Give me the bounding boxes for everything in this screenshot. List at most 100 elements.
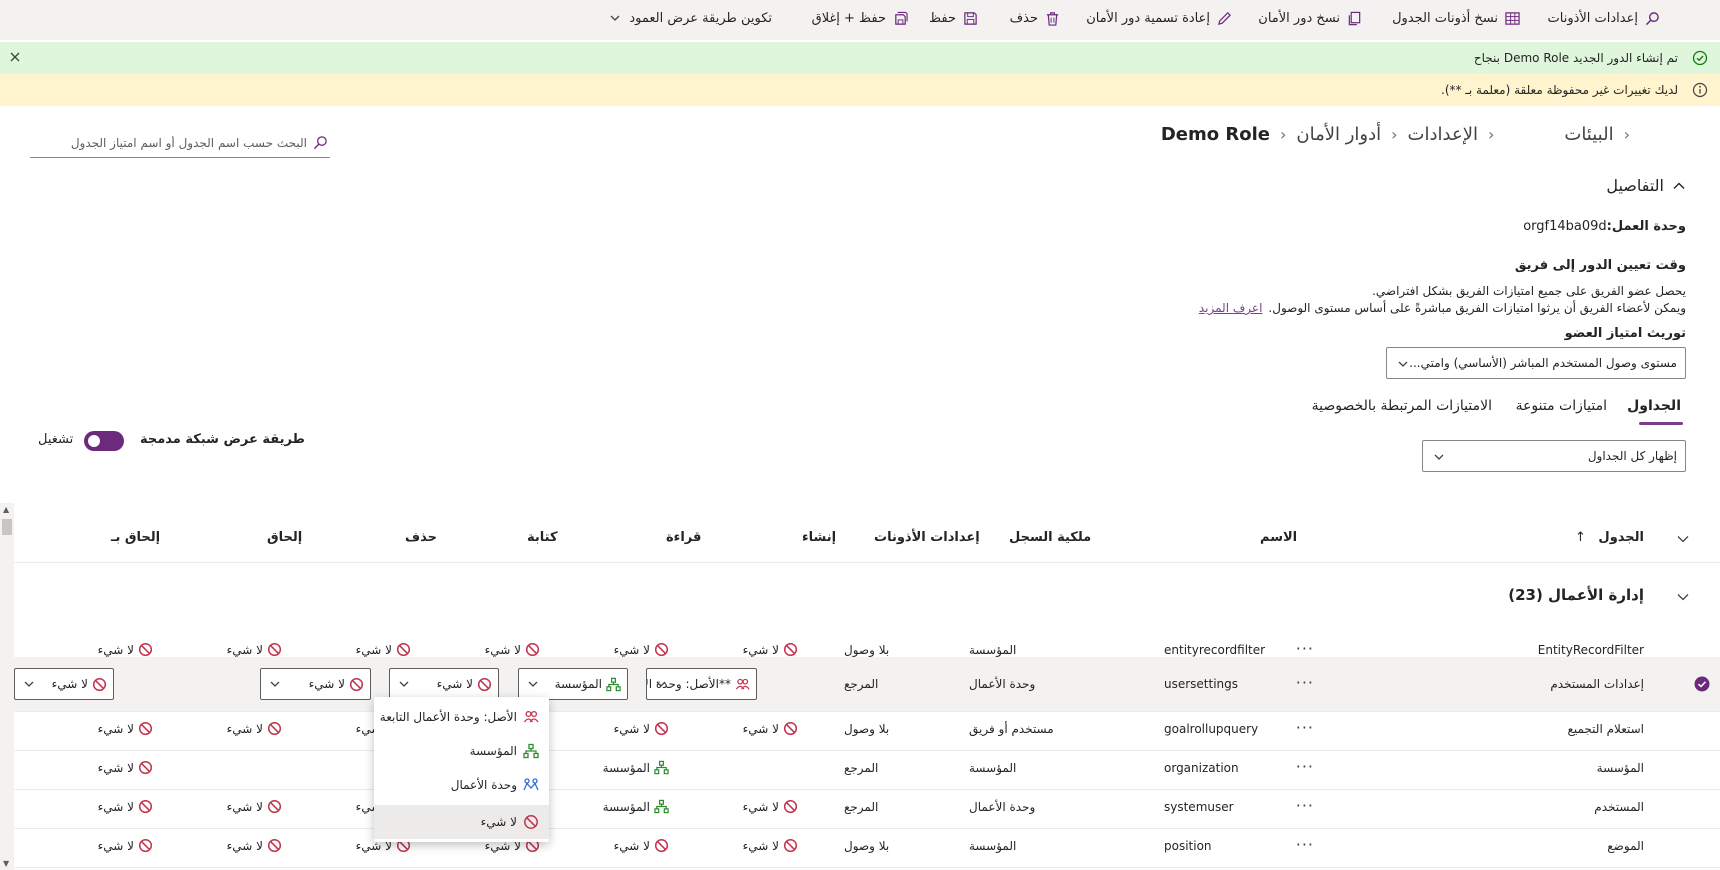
privilege-cell-append-to[interactable]: لا شيء: [98, 760, 153, 775]
save-button[interactable]: حفظ: [929, 10, 978, 26]
group-header-business-management[interactable]: إدارة الأعمال (23): [1508, 586, 1644, 604]
row-more-actions-button[interactable]: ···: [1296, 673, 1314, 692]
privilege-cell-create[interactable]: لا شيء: [743, 721, 798, 736]
privilege-level-label: لا شيء: [226, 799, 263, 814]
privilege-dropdown-create[interactable]: **الأصل: وحدة الأعمال التابعة: [646, 668, 757, 700]
privilege-cell-create[interactable]: لا شيء: [743, 642, 798, 657]
inheritance-dropdown[interactable]: مستوى وصول المستخدم المباشر (الأساسي) وا…: [1386, 347, 1686, 379]
row-more-actions-button[interactable]: ···: [1296, 835, 1314, 854]
privilege-cell-append[interactable]: لا شيء: [227, 799, 282, 814]
privilege-cell-delete[interactable]: لا شيء: [356, 642, 411, 657]
privilege-level-label: لا شيء: [742, 838, 779, 853]
row-selected-checkmark-icon[interactable]: [1694, 676, 1710, 692]
details-heading: التفاصيل: [1606, 176, 1664, 195]
copy-table-permissions-label: نسخ أذونات الجدول: [1392, 10, 1498, 26]
grid-scrollbar[interactable]: ▲ ▼: [0, 503, 14, 870]
close-banner-icon[interactable]: [8, 50, 22, 64]
column-header-ownership[interactable]: ملكية السجل: [1009, 530, 1091, 545]
table-row[interactable]: الموضع ··· position المؤسسة بلا وصول لا شيء لا…: [14, 824, 1720, 867]
column-header-create[interactable]: إنشاء: [802, 530, 836, 545]
privilege-level-label: لا شيء: [226, 838, 263, 853]
menu-item-business-unit[interactable]: وحدة الأعمال: [374, 768, 549, 802]
table-row[interactable]: المؤسسة ··· organization المؤسسة المرجع المؤس…: [14, 746, 1720, 789]
tab-misc-privileges[interactable]: امتيازات متنوعة: [1516, 398, 1607, 414]
privilege-cell-read[interactable]: المؤسسة: [603, 799, 669, 814]
search-box[interactable]: [30, 128, 330, 158]
chevron-right-icon: ‹: [1391, 125, 1398, 144]
scroll-thumb[interactable]: [2, 519, 12, 535]
menu-item-parent-bu[interactable]: الأصل: وحدة الأعمال التابعة: [374, 700, 549, 734]
privilege-cell-append-to[interactable]: لا شيء: [98, 799, 153, 814]
privilege-level-label: لا شيء: [97, 642, 134, 657]
copy-security-role-button[interactable]: نسخ دور الأمان: [1258, 10, 1362, 26]
column-header-append-to[interactable]: إلحاق بـ: [111, 530, 160, 545]
row-more-actions-button[interactable]: ···: [1296, 718, 1314, 737]
breadcrumb-security-roles[interactable]: أدوار الأمان: [1296, 124, 1381, 145]
menu-item-none-label: لا شيء: [480, 815, 517, 829]
privilege-dropdown-write[interactable]: لا شيء: [389, 668, 499, 700]
privilege-dropdown-read[interactable]: المؤسسة: [518, 668, 628, 700]
none-icon: [267, 721, 282, 736]
copy-table-permissions-button[interactable]: نسخ أذونات الجدول: [1392, 10, 1520, 26]
privilege-cell-write[interactable]: لا شيء: [485, 642, 540, 657]
table-filter-dropdown[interactable]: إظهار كل الجداول: [1422, 440, 1686, 472]
save-close-label: حفظ + إغلاق: [811, 10, 886, 26]
privilege-cell-read[interactable]: المؤسسة: [603, 760, 669, 775]
breadcrumb-environments[interactable]: البيئات: [1564, 124, 1613, 145]
search-input[interactable]: [37, 135, 307, 150]
privilege-cell-append[interactable]: لا شيء: [227, 642, 282, 657]
column-header-write[interactable]: كتابة: [527, 530, 558, 545]
privilege-dropdown-append-to[interactable]: لا شيء: [14, 668, 114, 700]
row-record-ownership: المؤسسة: [969, 643, 1017, 657]
copy-security-role-label: نسخ دور الأمان: [1258, 10, 1340, 26]
column-header-read[interactable]: قراءة: [666, 530, 701, 545]
table-row[interactable]: إعدادات المستخدم ··· usersettings وحدة الأع…: [14, 657, 1720, 711]
column-header-append[interactable]: إلحاق: [267, 530, 302, 545]
row-more-actions-button[interactable]: ···: [1296, 796, 1314, 815]
privilege-cell-append-to[interactable]: لا شيء: [98, 642, 153, 657]
privilege-cell-create[interactable]: لا شيء: [743, 838, 798, 853]
menu-item-organization[interactable]: المؤسسة: [374, 734, 549, 768]
column-header-delete[interactable]: حذف: [405, 530, 437, 545]
column-header-permission-settings[interactable]: إعدادات الأذونات: [874, 530, 980, 545]
column-header-name[interactable]: الاسم: [1260, 530, 1297, 545]
privilege-cell-append-to[interactable]: لا شيء: [98, 838, 153, 853]
table-row[interactable]: المستخدم ··· systemuser وحدة الأعمال المرجع ل…: [14, 785, 1720, 828]
success-message: تم إنشاء الدور الجديد Demo Role بنجاح: [1473, 51, 1678, 65]
breadcrumb-settings[interactable]: الإعدادات: [1408, 124, 1478, 145]
team-assign-line2-row: ويمكن لأعضاء الفريق أن يرثوا امتيازات ال…: [1199, 301, 1686, 315]
column-header-table[interactable]: الجدول ↑: [1575, 530, 1644, 545]
none-icon: [267, 799, 282, 814]
scroll-down-icon[interactable]: ▼: [3, 859, 9, 868]
configure-column-view-button[interactable]: تكوين طريقة عرض العمود: [607, 10, 772, 26]
none-icon: [396, 642, 411, 657]
scroll-up-icon[interactable]: ▲: [3, 505, 9, 514]
privilege-cell-append-to[interactable]: لا شيء: [98, 721, 153, 736]
menu-item-none[interactable]: لا شيء: [374, 805, 549, 839]
privilege-cell-append[interactable]: لا شيء: [227, 838, 282, 853]
privilege-cell-create[interactable]: لا شيء: [743, 799, 798, 814]
privilege-cell-read[interactable]: لا شيء: [614, 838, 669, 853]
tab-tables[interactable]: الجداول: [1627, 398, 1681, 414]
learn-more-link[interactable]: اعرف المزيد: [1199, 301, 1263, 315]
save-close-button[interactable]: حفظ + إغلاق: [812, 10, 908, 26]
row-more-actions-button[interactable]: ···: [1296, 639, 1314, 658]
permission-settings-button[interactable]: إعدادات الأذونات: [1548, 10, 1661, 26]
privilege-level-label: لا شيء: [613, 721, 650, 736]
privilege-cell-append[interactable]: لا شيء: [227, 721, 282, 736]
privilege-dropdown-delete[interactable]: لا شيء: [260, 668, 371, 700]
rename-security-role-button[interactable]: إعادة تسمية دور الأمان: [1086, 10, 1232, 26]
tab-privacy-privileges[interactable]: الامتيازات المرتبطة بالخصوصية: [1312, 398, 1492, 414]
table-row[interactable]: استعلام التجميع ··· goalrollupquery مستخدم …: [14, 707, 1720, 750]
group-collapse-icon[interactable]: [1676, 590, 1690, 604]
delete-button[interactable]: حذف: [1010, 10, 1060, 26]
collapse-all-icon[interactable]: [1676, 532, 1690, 546]
privilege-cell-read[interactable]: لا شيء: [614, 721, 669, 736]
chevron-down-icon: [398, 678, 410, 690]
row-table-name: EntityRecordFilter: [1537, 643, 1644, 657]
details-toggle[interactable]: التفاصيل: [1606, 176, 1686, 195]
privilege-cell-read[interactable]: لا شيء: [614, 642, 669, 657]
compact-grid-toggle[interactable]: [84, 431, 124, 451]
privilege-level-label: لا شيء: [97, 721, 134, 736]
row-more-actions-button[interactable]: ···: [1296, 757, 1314, 776]
